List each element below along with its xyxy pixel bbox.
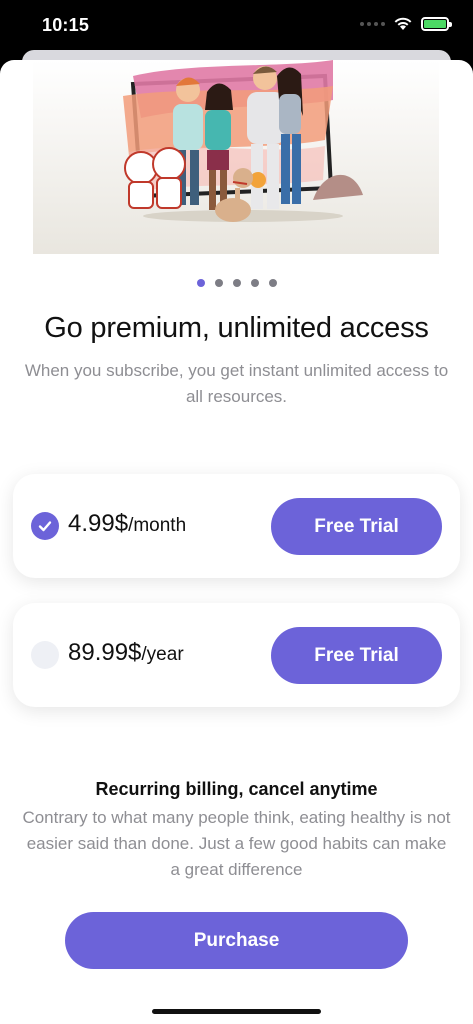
battery-icon	[421, 16, 452, 31]
signal-icon	[360, 21, 385, 26]
battery-level	[424, 19, 446, 28]
status-icons	[360, 16, 452, 31]
page-dot-4[interactable]	[250, 279, 259, 287]
page-dot-2[interactable]	[214, 279, 223, 287]
price-amount: 89.99$	[68, 639, 142, 666]
page-indicator[interactable]	[0, 279, 473, 287]
plan-price-monthly: 4.99$/month	[68, 510, 186, 538]
home-indicator[interactable]	[152, 1009, 321, 1014]
price-period: /year	[141, 644, 184, 665]
price-period: /month	[128, 515, 187, 536]
billing-title: Recurring billing, cancel anytime	[95, 779, 378, 799]
status-time: 10:15	[42, 15, 90, 35]
checkmark-icon	[38, 521, 52, 532]
status-bar: 10:15	[0, 0, 473, 50]
page-dot-3[interactable]	[232, 279, 241, 287]
wifi-icon	[394, 17, 412, 30]
plan-radio-monthly[interactable]	[31, 512, 59, 540]
page-dot-1[interactable]	[196, 279, 205, 287]
free-trial-button-monthly[interactable]: Free Trial	[271, 498, 442, 555]
purchase-button[interactable]: Purchase	[65, 912, 408, 969]
page-title: Go premium, unlimited access	[44, 312, 429, 344]
free-trial-button-yearly[interactable]: Free Trial	[271, 627, 442, 684]
hero-illustration	[33, 60, 439, 254]
plan-card-monthly[interactable]: 4.99$/month Free Trial	[13, 474, 460, 578]
page-dot-5[interactable]	[268, 279, 277, 287]
plan-price-yearly: 89.99$/year	[68, 639, 184, 667]
plan-card-yearly[interactable]: 89.99$/year Free Trial	[13, 603, 460, 707]
price-amount: 4.99$	[68, 510, 129, 537]
billing-description: Contrary to what many people think, eati…	[22, 808, 451, 879]
premium-sheet: Go premium, unlimited access When you su…	[0, 60, 473, 1024]
page-subtitle: When you subscribe, you get instant unli…	[24, 361, 449, 406]
plan-radio-yearly[interactable]	[31, 641, 59, 669]
